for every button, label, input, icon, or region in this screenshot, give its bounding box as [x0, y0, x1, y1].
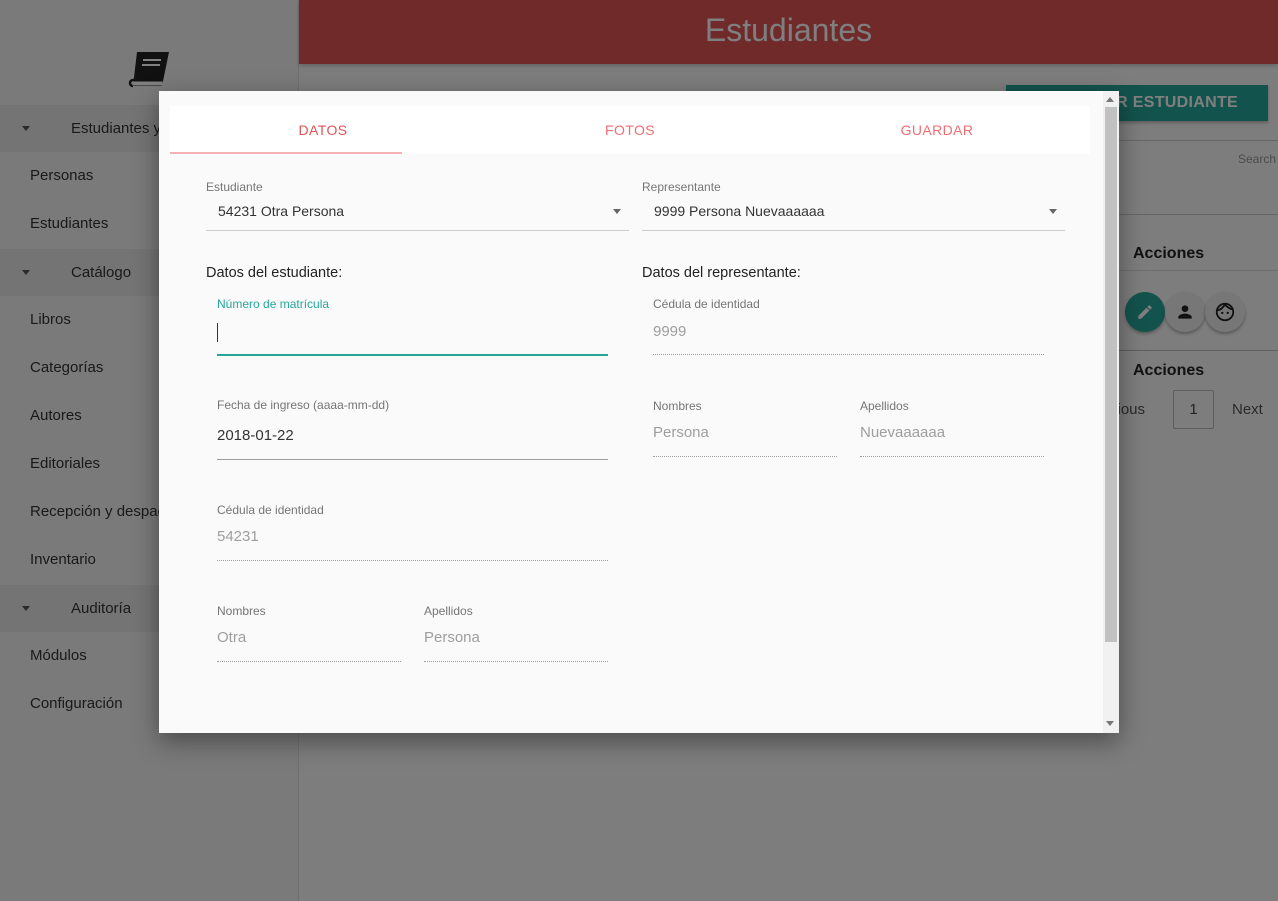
- dropdown-arrow-icon: [1049, 209, 1057, 214]
- student-nombres-label: Nombres: [217, 604, 266, 618]
- student-modal: DATOS FOTOS GUARDAR Estudiante 54231 Otr…: [159, 91, 1119, 733]
- student-apellidos-input: Persona: [424, 629, 480, 646]
- student-cedula-label: Cédula de identidad: [217, 503, 324, 517]
- rep-nombres-label: Nombres: [653, 399, 702, 413]
- student-apellidos-underline: [424, 661, 608, 662]
- rep-nombres-input: Persona: [653, 424, 709, 441]
- scroll-down-arrow-icon[interactable]: [1106, 721, 1114, 726]
- estudiante-select[interactable]: 54231 Otra Persona: [206, 198, 629, 231]
- dropdown-arrow-icon: [613, 209, 621, 214]
- tab-fotos[interactable]: FOTOS: [477, 106, 783, 154]
- student-cedula-input: 54231: [217, 528, 259, 545]
- student-section-title: Datos del estudiante:: [206, 265, 343, 281]
- fecha-ingreso-underline: [217, 459, 608, 460]
- matricula-label: Número de matrícula: [217, 297, 330, 311]
- rep-section-title: Datos del representante:: [642, 265, 801, 281]
- fecha-ingreso-label: Fecha de ingreso (aaaa-mm-dd): [217, 398, 390, 412]
- student-nombres-input: Otra: [217, 629, 247, 646]
- rep-apellidos-underline: [860, 456, 1044, 457]
- matricula-underline: [217, 354, 608, 356]
- tab-guardar[interactable]: GUARDAR: [784, 106, 1090, 154]
- student-nombres-underline: [217, 661, 401, 662]
- estudiante-select-label: Estudiante: [206, 180, 263, 194]
- tab-indicator: [170, 152, 402, 154]
- rep-nombres-underline: [653, 456, 837, 457]
- scrollbar-thumb[interactable]: [1105, 107, 1117, 642]
- representante-select-label: Representante: [642, 180, 721, 194]
- rep-cedula-label: Cédula de identidad: [653, 297, 760, 311]
- representante-select[interactable]: 9999 Persona Nuevaaaaaa: [642, 198, 1065, 231]
- rep-apellidos-input: Nuevaaaaaa: [860, 424, 946, 441]
- fecha-ingreso-input[interactable]: 2018-01-22: [217, 427, 294, 444]
- rep-apellidos-label: Apellidos: [860, 399, 909, 413]
- student-cedula-underline: [217, 560, 608, 561]
- rep-cedula-underline: [653, 354, 1044, 355]
- modal-tabs: DATOS FOTOS GUARDAR: [170, 106, 1090, 154]
- scroll-up-arrow-icon[interactable]: [1106, 97, 1114, 102]
- student-apellidos-label: Apellidos: [424, 604, 473, 618]
- rep-cedula-input: 9999: [653, 323, 687, 340]
- text-cursor: [217, 323, 218, 342]
- tab-datos[interactable]: DATOS: [170, 106, 476, 154]
